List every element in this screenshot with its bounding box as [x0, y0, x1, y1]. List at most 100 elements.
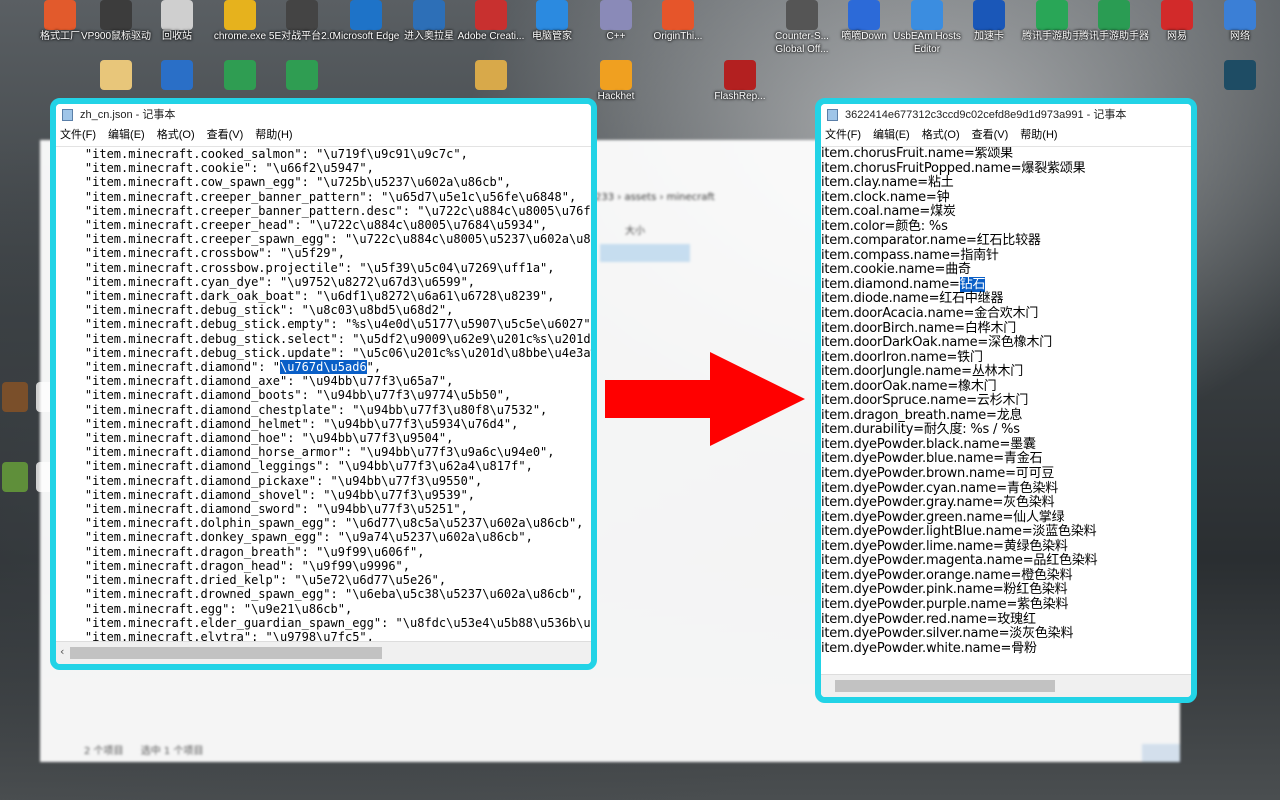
status-item-count: 2 个项目 [84, 746, 124, 757]
selected-text[interactable]: 钻石 [959, 276, 986, 292]
left-text-line: "item.minecraft.debug_stick.empty": "%s\… [56, 317, 591, 332]
right-notepad-text-area[interactable]: item.chorusFruit.name=紫颂果 item.chorusFrui… [821, 146, 1191, 675]
left-menu-item-2[interactable]: 格式(O) [157, 129, 195, 141]
app-icon [1224, 0, 1256, 30]
desktop-icon-top-17[interactable]: 网易 [1141, 0, 1213, 43]
left-text-line: "item.minecraft.diamond_axe": "\u94bb\u7… [56, 374, 454, 389]
app-icon [224, 60, 256, 90]
app-icon [973, 0, 1005, 30]
right-menu-item-4[interactable]: 帮助(H) [1020, 129, 1057, 141]
desktop-icon-top-14[interactable]: 加速卡 [953, 0, 1025, 43]
left-text-line: "item.minecraft.creeper_banner_pattern.d… [56, 203, 591, 218]
left-text-line: "item.minecraft.drowned_spawn_egg": "\u6… [56, 587, 584, 602]
left-text-line: "item.minecraft.cookie": "\u66f2\u5947", [56, 161, 374, 176]
desktop-icon-top-18[interactable]: 网络 [1204, 0, 1276, 43]
app-icon [413, 0, 445, 30]
desktop-icon-row2-4[interactable] [455, 60, 527, 90]
right-text-line: item.dyePowder.gray.name=灰色染料 [821, 495, 1055, 511]
left-text-line: "item.minecraft.cow_spawn_egg": "\u725b\… [56, 175, 512, 190]
right-text-line: item.doorIron.name=铁门 [821, 349, 983, 365]
desktop-icon-label: 网络 [1230, 31, 1250, 42]
minecraft-file-icon[interactable] [0, 382, 30, 412]
app-icon [786, 0, 818, 30]
right-text-line: item.dyePowder.blue.name=青金石 [821, 451, 1043, 467]
address-bar[interactable]: 233 › assets › minecraft [595, 192, 715, 203]
right-text-line: item.doorAcacia.name=金合欢木门 [821, 306, 1039, 322]
left-notepad-titlebar[interactable]: zh_cn.json - 记事本 [56, 104, 591, 126]
arrow-right-icon [605, 352, 805, 446]
desktop-icon-top-8[interactable]: 电脑管家 [516, 0, 588, 43]
desktop-icon-label: 嘀嘀Down [841, 31, 887, 42]
column-header-size[interactable]: 大小 [625, 222, 645, 237]
left-text-line: "item.minecraft.crossbow.projectile": "\… [56, 260, 555, 275]
desktop-icon-row2-1[interactable] [141, 60, 213, 90]
app-icon [1224, 60, 1256, 90]
minecraft-file-icon-2[interactable] [0, 462, 30, 492]
right-menu-item-2[interactable]: 格式(O) [922, 129, 960, 141]
left-menu-item-3[interactable]: 查看(V) [207, 129, 244, 141]
app-icon [600, 60, 632, 90]
app-icon [536, 0, 568, 30]
right-text-line: item.chorusFruit.name=紫颂果 [821, 146, 1013, 161]
right-menu-item-1[interactable]: 编辑(E) [873, 129, 910, 141]
scroll-left-arrow-icon[interactable]: ‹ [60, 645, 64, 658]
left-menu-item-1[interactable]: 编辑(E) [108, 129, 145, 141]
app-icon [724, 60, 756, 90]
right-menu-item-0[interactable]: 文件(F) [825, 129, 861, 141]
left-scroll-thumb[interactable] [70, 647, 382, 659]
left-text-line: "item.minecraft.diamond_sword": "\u94bb\… [56, 502, 468, 517]
app-icon [911, 0, 943, 30]
right-menu-item-3[interactable]: 查看(V) [972, 129, 1009, 141]
left-text-line: "item.minecraft.diamond_leggings": "\u94… [56, 459, 533, 474]
desktop-icon-top-12[interactable]: 嘀嘀Down [828, 0, 900, 43]
left-text-line: "item.minecraft.diamond_helmet": "\u94bb… [56, 416, 519, 431]
view-mode-buttons[interactable] [1142, 744, 1180, 762]
app-icon [286, 0, 318, 30]
app-icon [848, 0, 880, 30]
left-text-line: "item.minecraft.diamond_shovel": "\u94bb… [56, 487, 476, 502]
app-icon [600, 0, 632, 30]
desktop-icon-label: 网易 [1167, 31, 1187, 42]
left-notepad-text-area[interactable]: "item.minecraft.cooked_salmon": "\u719f\… [56, 146, 591, 642]
right-scroll-thumb[interactable] [835, 680, 1055, 692]
status-bar: 2 个项目 选中 1 个项目 [84, 742, 217, 757]
right-text-line: item.doorOak.name=橡木门 [821, 378, 997, 394]
left-notepad-window: zh_cn.json - 记事本 文件(F) 编辑(E) 格式(O) 查看(V) 帮助(… [50, 98, 597, 670]
app-icon [161, 0, 193, 30]
left-notepad-title: zh_cn.json - 记事本 [80, 109, 176, 121]
desktop-icon-label: 5E对战平台2.0 [268, 31, 336, 42]
right-horizontal-scrollbar[interactable] [821, 674, 1191, 697]
selected-text[interactable]: \u767d\u5ad6 [279, 360, 367, 375]
desktop-icon-top-16[interactable]: 腾讯手游助手器 [1078, 0, 1150, 43]
left-menu-item-0[interactable]: 文件(F) [60, 129, 96, 141]
right-text-line: item.doorJungle.name=丛林木门 [821, 364, 1024, 380]
left-text-line: "item.minecraft.diamond_hoe": "\u94bb\u7… [56, 431, 454, 446]
desktop-icon-row2-7[interactable] [1204, 60, 1276, 90]
desktop-icon-row2-5[interactable]: Hackhet [580, 60, 652, 103]
app-icon [100, 0, 132, 30]
left-menu-item-4[interactable]: 帮助(H) [255, 129, 292, 141]
left-text-line: "item.minecraft.cooked_salmon": "\u719f\… [56, 147, 468, 161]
left-text-line: "item.minecraft.crossbow": "\u5f29", [56, 246, 345, 261]
left-text-line: "item.minecraft.diamond_chestplate": "\u… [56, 402, 548, 417]
left-text-line: "item.minecraft.diamond": "\u767d\u5ad6"… [56, 360, 382, 375]
right-text-line: item.coal.name=煤炭 [821, 204, 956, 220]
desktop-icon-label: 电脑管家 [532, 31, 572, 42]
left-text-line: "item.minecraft.elder_guardian_spawn_egg… [56, 615, 591, 630]
desktop-icon-top-5[interactable]: Microsoft Edge [330, 0, 402, 43]
desktop-icon-top-4[interactable]: 5E对战平台2.0 [266, 0, 338, 43]
app-icon [100, 60, 132, 90]
left-text-line: "item.minecraft.cyan_dye": "\u9752\u8272… [56, 274, 476, 289]
desktop-icon-row2-6[interactable]: FlashRep... [704, 60, 776, 103]
desktop-icon-top-2[interactable]: 回收站 [141, 0, 213, 43]
left-horizontal-scrollbar[interactable]: ‹ [56, 641, 591, 664]
selected-row[interactable] [600, 244, 690, 262]
right-text-line: item.dyePowder.silver.name=淡灰色染料 [821, 626, 1074, 642]
right-text-line: item.dyePowder.lightBlue.name=淡蓝色染料 [821, 524, 1097, 540]
right-text-line: item.doorDarkOak.name=深色橡木门 [821, 335, 1053, 351]
desktop-icon-row2-3[interactable] [266, 60, 338, 90]
right-notepad-titlebar[interactable]: 3622414e677312c3ccd9c02cefd8e9d1d973a991… [821, 104, 1191, 126]
right-text-line: item.chorusFruitPopped.name=爆裂紫颂果 [821, 160, 1086, 176]
status-selected-count: 选中 1 个项目 [140, 746, 204, 757]
desktop-icon-top-10[interactable]: OriginThi... [642, 0, 714, 43]
